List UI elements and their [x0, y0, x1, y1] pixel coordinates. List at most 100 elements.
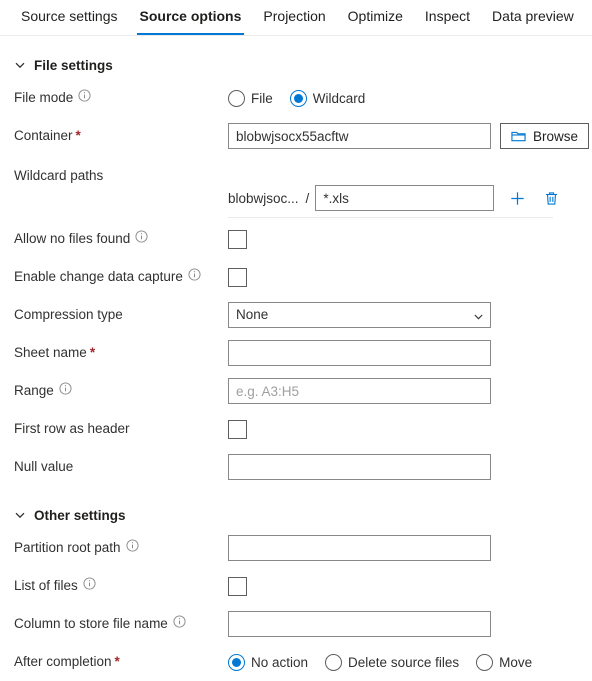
radio-file-label: File — [251, 90, 273, 106]
enable-change-data-capture-checkbox[interactable] — [228, 267, 247, 287]
info-icon[interactable] — [135, 229, 148, 243]
row-enable-change-data-capture: Enable change data capture — [0, 258, 592, 296]
plus-icon — [508, 189, 527, 208]
compression-type-select[interactable]: None — [228, 302, 491, 328]
row-after-completion: After completion * No action Delete sour… — [0, 643, 592, 681]
tab-data-preview[interactable]: Data preview — [481, 0, 585, 35]
control-sheet-name — [228, 340, 592, 366]
list-of-files-checkbox[interactable] — [228, 576, 247, 596]
control-after-completion: No action Delete source files Move — [228, 653, 592, 671]
label-list-of-files-text: List of files — [14, 578, 78, 593]
label-after-completion: After completion * — [14, 654, 228, 670]
info-icon[interactable] — [173, 614, 186, 628]
info-icon[interactable] — [126, 538, 139, 552]
row-list-of-files: List of files — [0, 567, 592, 605]
range-input[interactable] — [228, 378, 491, 404]
row-wildcard-paths: Wildcard paths blobwjsoc... / — [0, 163, 592, 211]
add-wildcard-path-button[interactable] — [506, 187, 528, 209]
label-range: Range — [14, 381, 228, 399]
section-header-other-settings[interactable]: Other settings — [0, 501, 592, 529]
label-sheet-name-text: Sheet name — [14, 345, 87, 360]
label-wildcard-paths-text: Wildcard paths — [14, 168, 104, 183]
label-sheet-name: Sheet name * — [14, 345, 228, 361]
control-file-mode: File Wildcard — [228, 89, 592, 107]
sheet-name-input[interactable] — [228, 340, 491, 366]
wildcard-path-row: blobwjsoc... / — [228, 185, 592, 211]
radio-move-indicator — [476, 653, 494, 671]
tab-bar: Source settings Source options Projectio… — [0, 0, 592, 36]
browse-button[interactable]: Browse — [500, 123, 590, 149]
label-null-value: Null value — [14, 459, 228, 475]
radio-option-file[interactable]: File — [228, 89, 273, 107]
compression-type-select-wrapper: None — [228, 302, 491, 328]
label-compression-type-text: Compression type — [14, 307, 123, 322]
radio-move-label: Move — [499, 654, 533, 670]
radio-delete-source-files-label: Delete source files — [348, 654, 460, 670]
info-icon[interactable] — [83, 576, 96, 590]
required-marker: * — [89, 345, 96, 360]
chevron-down-icon — [14, 59, 26, 71]
row-allow-no-files-found: Allow no files found — [0, 220, 592, 258]
control-compression-type: None — [228, 302, 592, 328]
tab-source-options[interactable]: Source options — [129, 0, 253, 35]
info-icon[interactable] — [59, 381, 72, 395]
control-list-of-files — [228, 576, 592, 596]
control-null-value — [228, 454, 592, 480]
tab-projection[interactable]: Projection — [252, 0, 336, 35]
label-null-value-text: Null value — [14, 459, 74, 474]
label-container-text: Container — [14, 128, 73, 143]
control-partition-root-path — [228, 535, 592, 561]
info-icon[interactable] — [188, 267, 201, 281]
label-list-of-files: List of files — [14, 576, 228, 594]
radio-no-action-indicator — [228, 653, 245, 671]
label-partition-root-path-text: Partition root path — [14, 540, 121, 555]
label-file-mode-text: File mode — [14, 90, 74, 105]
radio-option-wildcard[interactable]: Wildcard — [289, 89, 366, 107]
control-wildcard-paths: blobwjsoc... / — [228, 163, 592, 211]
radio-option-move[interactable]: Move — [476, 653, 533, 671]
row-compression-type: Compression type None — [0, 296, 592, 334]
row-column-to-store-file-name: Column to store file name — [0, 605, 592, 643]
row-sheet-name: Sheet name * — [0, 334, 592, 372]
tab-optimize[interactable]: Optimize — [337, 0, 414, 35]
section-header-file-settings[interactable]: File settings — [0, 51, 592, 79]
partition-root-path-input[interactable] — [228, 535, 491, 561]
row-first-row-as-header: First row as header — [0, 410, 592, 448]
label-first-row-as-header: First row as header — [14, 421, 228, 437]
tab-source-settings[interactable]: Source settings — [10, 0, 129, 35]
null-value-input[interactable] — [228, 454, 491, 480]
section-title-file-settings: File settings — [34, 57, 113, 73]
label-column-to-store-file-name-text: Column to store file name — [14, 616, 168, 631]
row-null-value: Null value — [0, 448, 592, 486]
control-range — [228, 378, 592, 404]
radio-group-after-completion: No action Delete source files Move — [228, 653, 533, 671]
folder-icon — [511, 129, 526, 143]
allow-no-files-found-checkbox[interactable] — [228, 229, 247, 249]
tab-inspect[interactable]: Inspect — [414, 0, 481, 35]
radio-wildcard-indicator — [289, 89, 307, 107]
wildcard-path-input[interactable] — [315, 185, 495, 211]
radio-delete-source-files-indicator — [325, 653, 343, 671]
container-input[interactable] — [228, 123, 491, 149]
radio-option-delete-source-files[interactable]: Delete source files — [325, 653, 460, 671]
radio-wildcard-label: Wildcard — [312, 90, 366, 106]
info-icon[interactable] — [78, 88, 91, 102]
control-allow-no-files-found — [228, 229, 592, 249]
label-allow-no-files-found: Allow no files found — [14, 229, 228, 247]
first-row-as-header-checkbox[interactable] — [228, 419, 247, 439]
control-enable-change-data-capture — [228, 267, 592, 287]
required-marker: * — [114, 654, 120, 669]
label-column-to-store-file-name: Column to store file name — [14, 614, 228, 632]
label-range-text: Range — [14, 383, 54, 398]
delete-wildcard-path-button[interactable] — [540, 187, 562, 209]
control-container: Browse — [228, 123, 592, 149]
radio-option-no-action[interactable]: No action — [228, 653, 309, 671]
radio-no-action-label: No action — [251, 654, 309, 670]
row-partition-root-path: Partition root path — [0, 529, 592, 567]
wildcard-path-prefix: blobwjsoc... — [228, 190, 299, 206]
wildcard-path-separator: / — [305, 190, 310, 206]
row-file-mode: File mode File Wildcard — [0, 79, 592, 117]
label-first-row-as-header-text: First row as header — [14, 421, 130, 436]
wildcard-paths-divider — [228, 217, 553, 218]
column-to-store-file-name-input[interactable] — [228, 611, 491, 637]
